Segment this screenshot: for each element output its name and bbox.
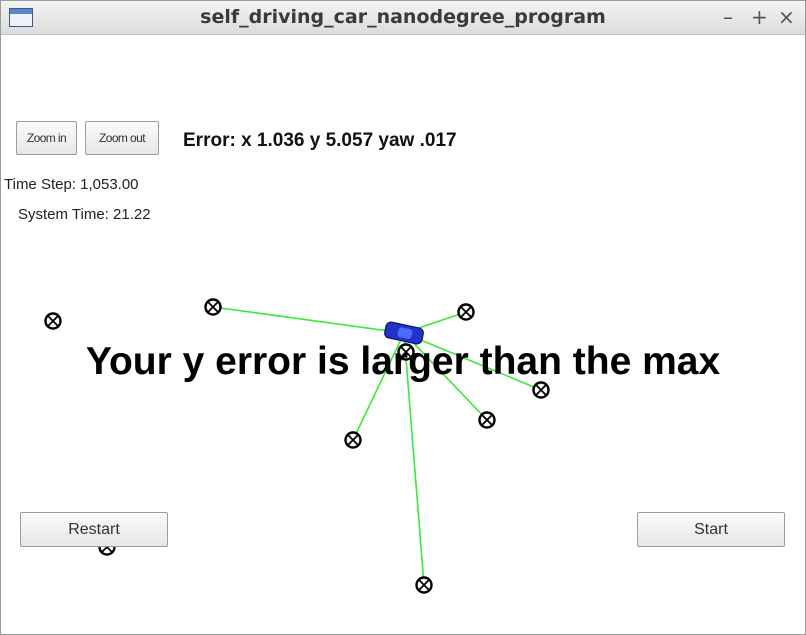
error-message: Your y error is larger than the max xyxy=(85,340,721,383)
observation-line xyxy=(212,306,405,334)
zoom-in-button[interactable]: Zoom in xyxy=(16,121,77,155)
landmark-marker xyxy=(532,381,550,399)
system-time-readout: System Time: 21.22 xyxy=(18,206,151,223)
landmark-marker xyxy=(457,303,475,321)
time-step-readout: Time Step: 1,053.00 xyxy=(4,176,139,193)
restart-button[interactable]: Restart xyxy=(20,512,168,547)
landmark-marker xyxy=(478,411,496,429)
error-readout: Error: x 1.036 y 5.057 yaw .017 xyxy=(183,130,457,151)
landmark-marker xyxy=(44,312,62,330)
landmark-marker xyxy=(415,576,433,594)
zoom-out-button[interactable]: Zoom out xyxy=(85,121,159,155)
start-button[interactable]: Start xyxy=(637,512,785,547)
landmark-marker xyxy=(204,298,222,316)
landmark-marker xyxy=(344,431,362,449)
